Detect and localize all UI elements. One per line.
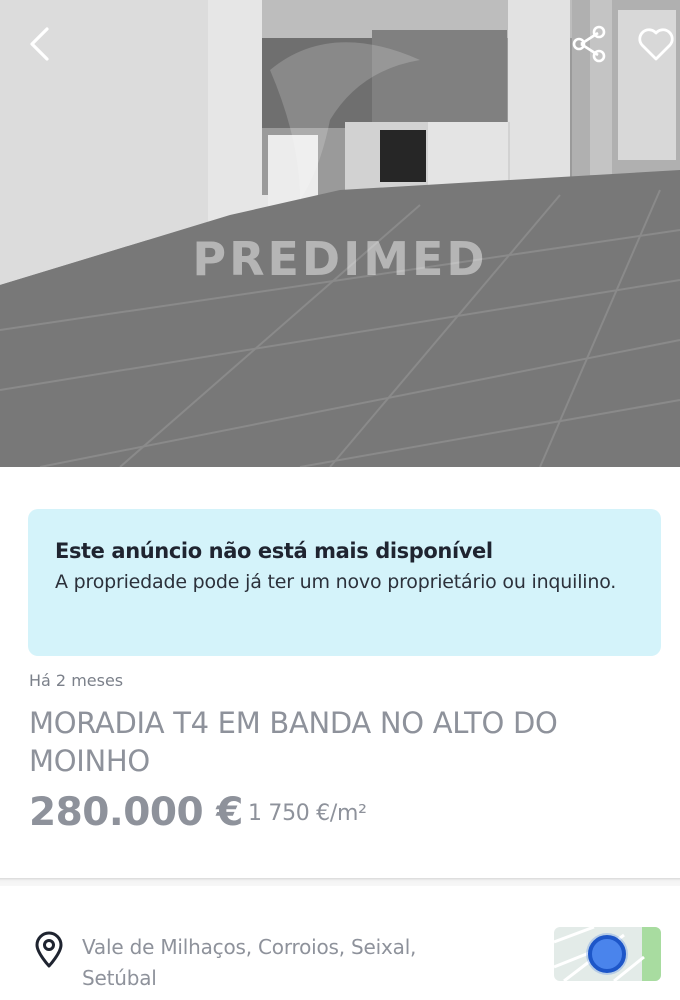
listing-age: Há 2 meses bbox=[29, 671, 124, 690]
share-button[interactable] bbox=[567, 22, 611, 66]
chevron-left-icon bbox=[30, 27, 49, 61]
listing-photo[interactable]: PREDIMED bbox=[0, 0, 680, 467]
notice-text: A propriedade pode já ter um novo propri… bbox=[55, 571, 617, 593]
unavailable-notice: Este anúncio não está mais disponível A … bbox=[28, 509, 661, 656]
photo-watermark: PREDIMED bbox=[192, 232, 488, 286]
location-address: Vale de Milhaços, Corroios, Seixal, Setú… bbox=[82, 935, 417, 990]
heart-outline-icon bbox=[638, 28, 674, 61]
location-pin-icon bbox=[35, 931, 63, 968]
listing-title: MORADIA T4 EM BANDA NO ALTO DO MOINHO bbox=[29, 706, 558, 778]
share-icon bbox=[572, 25, 606, 63]
notice-title: Este anúncio não está mais disponível bbox=[55, 539, 493, 563]
map-preview bbox=[554, 927, 661, 981]
map-thumbnail[interactable] bbox=[554, 927, 661, 981]
back-button[interactable] bbox=[18, 22, 62, 66]
favorite-button[interactable] bbox=[634, 22, 678, 66]
price-per-m2: 1 750 €/m² bbox=[248, 801, 367, 826]
listing-price: 280.000 € bbox=[29, 790, 243, 835]
section-divider bbox=[0, 878, 680, 886]
